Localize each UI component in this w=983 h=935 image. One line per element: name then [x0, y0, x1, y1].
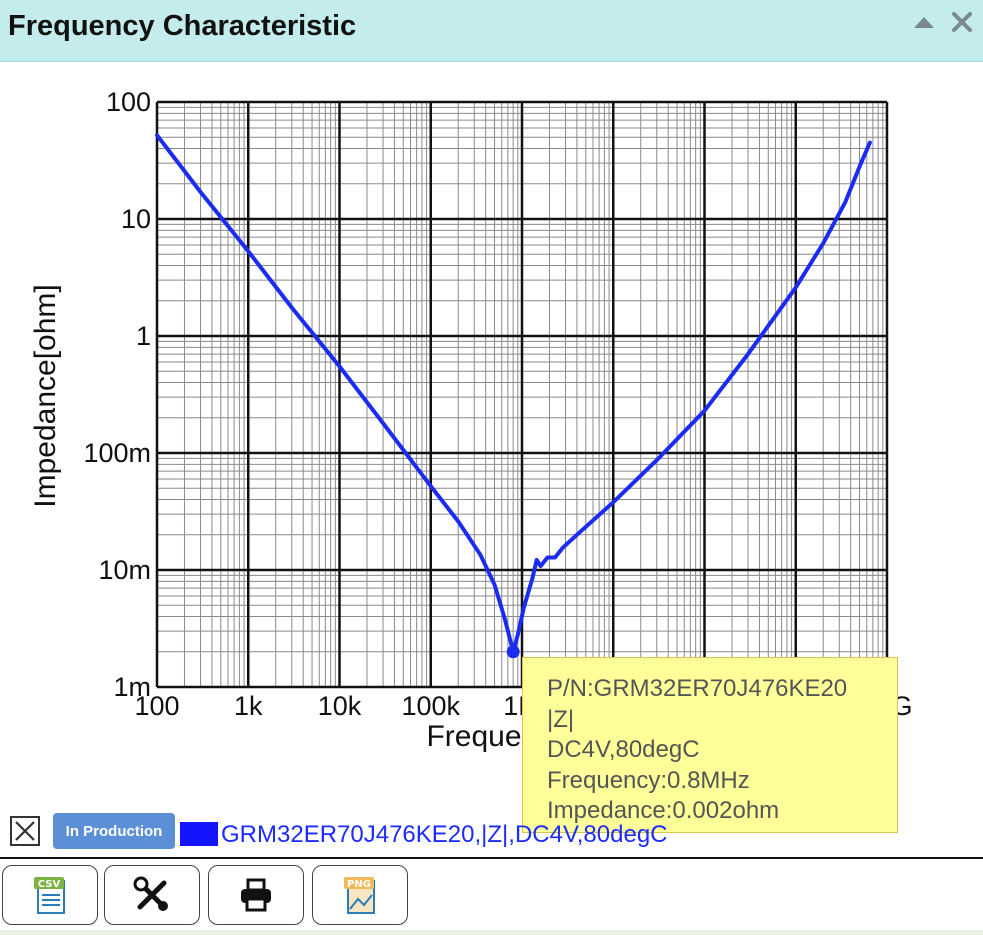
close-icon[interactable]: [948, 8, 976, 36]
y-tick-label: 1: [136, 321, 151, 351]
highlight-point[interactable]: [506, 645, 520, 659]
svg-text:CSV: CSV: [38, 879, 61, 890]
y-axis-title: Impedance[ohm]: [29, 284, 62, 507]
tooltip-frequency: Frequency:0.8MHz: [547, 766, 750, 794]
divider: [0, 857, 983, 859]
tooltip-part-number: P/N:GRM32ER70J476KE20: [547, 675, 848, 702]
bottom-strip: [0, 930, 983, 935]
wrench-screwdriver-icon: [133, 876, 168, 911]
x-tick-label: 100k: [401, 691, 460, 721]
y-tick-label: 10m: [98, 555, 151, 585]
csv-icon: CSV: [34, 877, 65, 914]
y-tick-label: 1m: [113, 672, 151, 702]
y-tick-label: 100: [106, 87, 151, 117]
print-button[interactable]: [208, 865, 304, 925]
chart-tick-labels: 1001k10k100k1M10M100M1G10G1m10m100m11010…: [83, 87, 912, 721]
y-tick-label: 10: [121, 204, 151, 234]
triangle-up-icon[interactable]: [910, 8, 938, 36]
status-badge: In Production: [53, 813, 175, 849]
x-tick-label: 10k: [318, 691, 362, 721]
chart-legend: In Production GRM32ER70J476KE20,|Z|,DC4V…: [10, 813, 710, 849]
checkbox-x-icon[interactable]: [10, 816, 40, 846]
tooltip-condition: DC4V,80degC: [547, 736, 700, 763]
legend-swatch: [180, 822, 218, 846]
settings-button[interactable]: [104, 865, 200, 925]
data-tooltip: P/N:GRM32ER70J476KE20 |Z| DC4V,80degC Fr…: [522, 657, 898, 833]
legend-series-label[interactable]: GRM32ER70J476KE20,|Z|,DC4V,80degC: [221, 821, 668, 849]
svg-text:PNG: PNG: [347, 879, 371, 890]
x-tick-label: 1k: [234, 691, 263, 721]
panel-header: Frequency Characteristic: [0, 0, 983, 62]
panel-title: Frequency Characteristic: [8, 10, 357, 42]
csv-export-button[interactable]: CSV: [2, 865, 98, 925]
png-icon: PNG: [344, 877, 375, 914]
chart-grid-major: [155, 100, 889, 689]
png-export-button[interactable]: PNG: [312, 865, 408, 925]
printer-icon: [241, 878, 271, 912]
y-tick-label: 100m: [83, 438, 151, 468]
tooltip-parameter: |Z|: [547, 705, 575, 733]
